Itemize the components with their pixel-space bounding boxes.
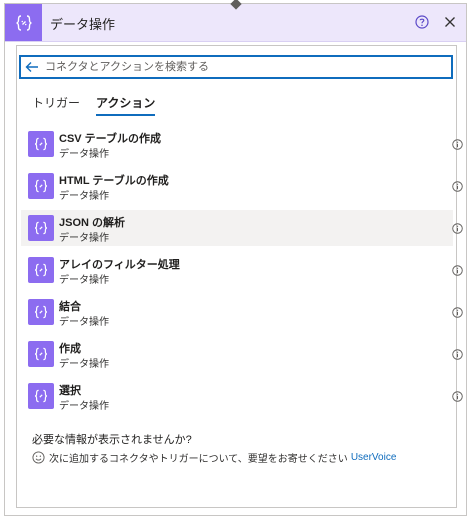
curly-braces-icon xyxy=(28,173,54,199)
info-icon[interactable] xyxy=(451,306,463,318)
action-category: データ操作 xyxy=(59,233,109,244)
action-name: 選択 xyxy=(59,385,81,397)
action-item-create-csv-table[interactable]: CSV テーブルの作成 データ操作 xyxy=(21,126,463,162)
curly-braces-icon xyxy=(28,215,54,241)
tab-triggers[interactable]: トリガー xyxy=(32,94,80,111)
search-input[interactable] xyxy=(43,58,451,76)
help-circle-icon[interactable] xyxy=(414,14,430,30)
action-item-parse-json[interactable]: JSON の解析 データ操作 xyxy=(21,210,463,246)
panel-title: データ操作 xyxy=(50,17,116,32)
info-icon[interactable] xyxy=(451,138,463,150)
active-tab-indicator xyxy=(96,114,156,116)
info-icon[interactable] xyxy=(451,180,463,192)
action-category: データ操作 xyxy=(59,359,109,370)
search-box[interactable] xyxy=(19,55,453,79)
uservoice-link[interactable]: UserVoice xyxy=(351,452,397,463)
picker-content: トリガー アクション CSV テーブルの作成 データ操作 xyxy=(16,45,463,508)
action-picker-panel: データ操作 トリガー アクション xyxy=(4,3,467,516)
feedback-text: 次に追加するコネクタやトリガーについて、要望をお寄せください xyxy=(49,454,348,465)
action-category: データ操作 xyxy=(59,401,109,412)
action-category: データ操作 xyxy=(59,191,109,202)
action-item-join[interactable]: 結合 データ操作 xyxy=(21,294,463,330)
action-item-create-html-table[interactable]: HTML テーブルの作成 データ操作 xyxy=(21,168,463,204)
curly-braces-icon xyxy=(28,299,54,325)
tab-actions-label: アクション xyxy=(96,96,156,110)
curly-braces-icon xyxy=(5,4,42,41)
action-item-filter-array[interactable]: アレイのフィルター処理 データ操作 xyxy=(21,252,463,288)
action-category: データ操作 xyxy=(59,275,109,286)
back-arrow-icon[interactable] xyxy=(21,57,43,77)
curly-braces-icon xyxy=(28,131,54,157)
action-name: 作成 xyxy=(59,343,81,355)
action-category: データ操作 xyxy=(59,317,109,328)
info-icon[interactable] xyxy=(451,348,463,360)
feedback-line: 次に追加するコネクタやトリガーについて、要望をお寄せください UserVoice xyxy=(32,450,396,465)
info-icon[interactable] xyxy=(451,264,463,276)
missing-info-heading: 必要な情報が表示されませんか? xyxy=(32,434,192,446)
tab-actions[interactable]: アクション xyxy=(96,94,156,116)
close-icon[interactable] xyxy=(442,14,458,30)
action-item-compose[interactable]: 作成 データ操作 xyxy=(21,336,463,372)
action-name: 結合 xyxy=(59,301,81,313)
curly-braces-icon xyxy=(28,383,54,409)
info-icon[interactable] xyxy=(451,222,463,234)
action-name: JSON の解析 xyxy=(59,217,126,229)
smiley-icon xyxy=(32,451,45,464)
action-name: CSV テーブルの作成 xyxy=(59,133,162,145)
action-item-select[interactable]: 選択 データ操作 xyxy=(21,378,463,414)
info-icon[interactable] xyxy=(451,390,463,402)
action-name: アレイのフィルター処理 xyxy=(59,259,180,271)
action-name: HTML テーブルの作成 xyxy=(59,175,169,187)
action-category: データ操作 xyxy=(59,149,109,160)
curly-braces-icon xyxy=(28,257,54,283)
curly-braces-icon xyxy=(28,341,54,367)
